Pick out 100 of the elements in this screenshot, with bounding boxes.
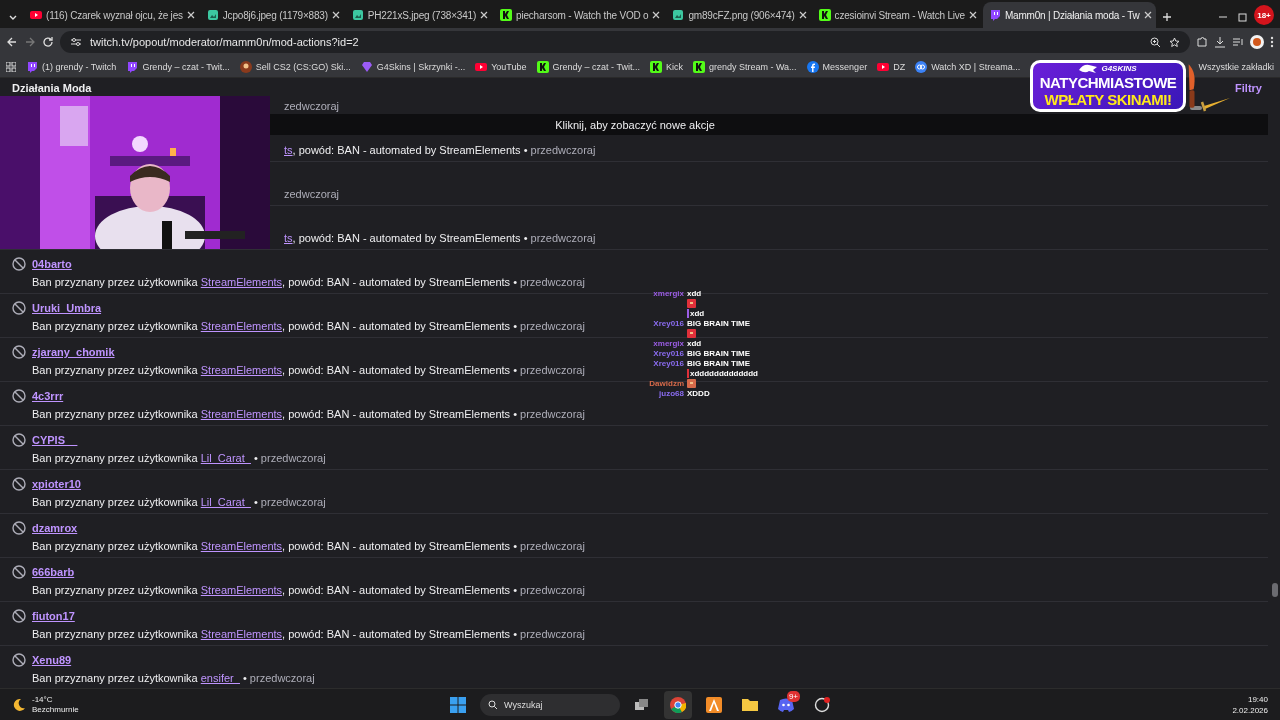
username-link[interactable]: zjarany_chomik (32, 346, 115, 358)
chat-bubble-icon (126, 60, 139, 73)
zoom-icon[interactable] (1150, 36, 1161, 48)
all-bookmarks[interactable]: Wszystkie zakładki (1198, 61, 1274, 72)
username-link[interactable]: Uruki_Umbra (32, 302, 102, 314)
ban-icon (12, 521, 26, 535)
site-settings-icon[interactable] (70, 37, 82, 47)
chat-username: xmergix (653, 338, 684, 348)
age-badge: 18+ (1254, 5, 1274, 25)
moderator-link[interactable]: ts (284, 232, 293, 244)
star-icon[interactable] (1169, 36, 1180, 48)
apps-grid-icon[interactable] (6, 61, 16, 72)
search-icon (488, 699, 498, 710)
bookmark[interactable]: Grendy – czat - Twit... (536, 60, 640, 73)
ban-icon (12, 301, 26, 315)
chat-message: xdd (687, 338, 702, 348)
browser-tab[interactable]: PH221xS.jpeg (738×341) (345, 2, 493, 28)
panel-title: Działania Moda (12, 82, 92, 94)
back-arrow-icon[interactable] (6, 36, 18, 48)
reload-icon[interactable] (42, 36, 54, 48)
bookmark[interactable]: Grendy – czat - Twit... (126, 60, 230, 73)
browser-tab[interactable]: Jcpo8j6.jpeg (1179×883) (200, 2, 344, 28)
menu-icon[interactable] (1270, 36, 1274, 48)
letter-k-icon (692, 60, 705, 73)
discord-icon[interactable] (778, 697, 794, 712)
bookmark[interactable]: Watch XD | Streama... (915, 60, 1021, 73)
close-icon[interactable] (652, 11, 661, 19)
ban-description: Ban przyznany przez użytkownika StreamElements, powód: BAN - automated by StreamElements • przedwczoraj (32, 364, 585, 376)
download-icon[interactable] (1214, 36, 1226, 48)
ban-icon (12, 477, 26, 491)
chat-username: juzo68 (659, 388, 684, 398)
moderator-link[interactable]: ensifer_ (200, 672, 240, 684)
ban-icon (12, 389, 26, 403)
browser-tab[interactable]: czesioinvi Stream - Watch Live (812, 2, 981, 28)
ban-icon (12, 345, 26, 359)
avatar-icon (239, 60, 252, 73)
username-link[interactable]: CYPIS__ (32, 434, 78, 446)
address-bar[interactable]: twitch.tv/popout/moderator/mamm0n/mod-actions?id=2 (60, 31, 1190, 53)
profile-avatar-icon[interactable] (1250, 35, 1264, 49)
chrome-icon[interactable] (664, 690, 692, 719)
bookmark[interactable]: DZ (877, 60, 906, 73)
username-link[interactable]: dzamrox (32, 522, 78, 534)
bookmark[interactable]: YouTube (475, 60, 527, 73)
browser-tab[interactable]: Mamm0n | Działania moda - Tw (982, 2, 1156, 28)
username-link[interactable]: xpioter10 (32, 478, 81, 490)
ad-logo: G4SKINS (1079, 64, 1137, 74)
bookmark[interactable]: Messenger (806, 60, 868, 73)
plus-icon[interactable] (1161, 12, 1172, 22)
moderator-link[interactable]: Lil_Carat_ (200, 452, 251, 464)
bookmark[interactable]: G4Skins | Skrzynki -... (360, 60, 466, 73)
bookmark[interactable]: Kick (649, 60, 683, 73)
ban-description: zedwczoraj (283, 188, 340, 200)
moderator-link[interactable]: Lil_Carat_ (200, 496, 251, 508)
link-icon (915, 60, 928, 73)
image-icon (672, 9, 685, 21)
gem-icon (360, 60, 373, 73)
ban-icon (12, 653, 26, 667)
chat-message: XDDD (687, 388, 710, 398)
moon-icon (12, 697, 26, 712)
media-icon[interactable] (1232, 36, 1244, 48)
ban-icon (12, 565, 26, 579)
letter-f-icon (806, 60, 819, 73)
chat-username: Xrey016 (653, 348, 684, 358)
ban-description: zedwczoraj (283, 100, 340, 112)
username-link[interactable]: 4c3rrr (32, 390, 64, 402)
taskbar-search-field[interactable]: Wyszukaj (480, 693, 620, 716)
bookmark[interactable]: Sell CS2 (CS:GO) Ski... (239, 60, 351, 73)
notification-badge: 9+ (786, 690, 800, 702)
username-link[interactable]: Xenu89 (32, 654, 72, 666)
username-link[interactable]: 666barb (32, 566, 75, 578)
browser-tab[interactable]: (116) Czarek wyznał ojcu, że jes (24, 2, 199, 28)
close-icon[interactable] (331, 11, 340, 19)
ban-description: Ban przyznany przez użytkownika StreamElements, powód: BAN - automated by StreamElements • przedwczoraj (32, 540, 585, 552)
bookmark[interactable]: (1) grendy - Twitch (26, 60, 117, 73)
new-actions-banner[interactable]: Kliknij, aby zobaczyć nowe akcje (270, 114, 1268, 135)
close-icon[interactable] (480, 11, 489, 19)
browser-tab[interactable]: piecharsom - Watch the VOD o (494, 2, 665, 28)
ban-icon (12, 257, 26, 271)
windows-logo-icon[interactable] (450, 696, 466, 713)
image-icon (206, 9, 219, 21)
ban-description: Ban przyznany przez użytkownika Lil_Carat_ • przedwczoraj (32, 496, 326, 508)
close-icon[interactable] (186, 11, 195, 19)
forward-arrow-icon[interactable] (24, 36, 36, 48)
close-icon[interactable] (968, 11, 977, 19)
scroll-thumb[interactable] (1272, 583, 1278, 597)
letter-k-icon (649, 60, 662, 73)
moderator-link[interactable]: ts (284, 144, 293, 156)
browser-tab[interactable]: gm89cFZ.png (906×474) (666, 2, 811, 28)
close-icon[interactable] (798, 11, 807, 19)
restore-icon[interactable] (1238, 12, 1248, 22)
chat-bubble-icon (26, 60, 38, 73)
bookmark[interactable]: grendy Stream - Wa... (692, 60, 797, 73)
close-icon[interactable] (1143, 11, 1152, 19)
chat-username: Dawidzm (649, 378, 684, 388)
username-link[interactable]: 04barto (32, 258, 72, 270)
ban-icon (12, 609, 26, 623)
play-icon (475, 60, 488, 73)
username-link[interactable]: fiuton17 (32, 610, 75, 622)
ban-description: Ban przyznany przez użytkownika ensifer_ • przedwczoraj (32, 672, 315, 684)
filter-button[interactable]: Filtry (1231, 80, 1266, 96)
